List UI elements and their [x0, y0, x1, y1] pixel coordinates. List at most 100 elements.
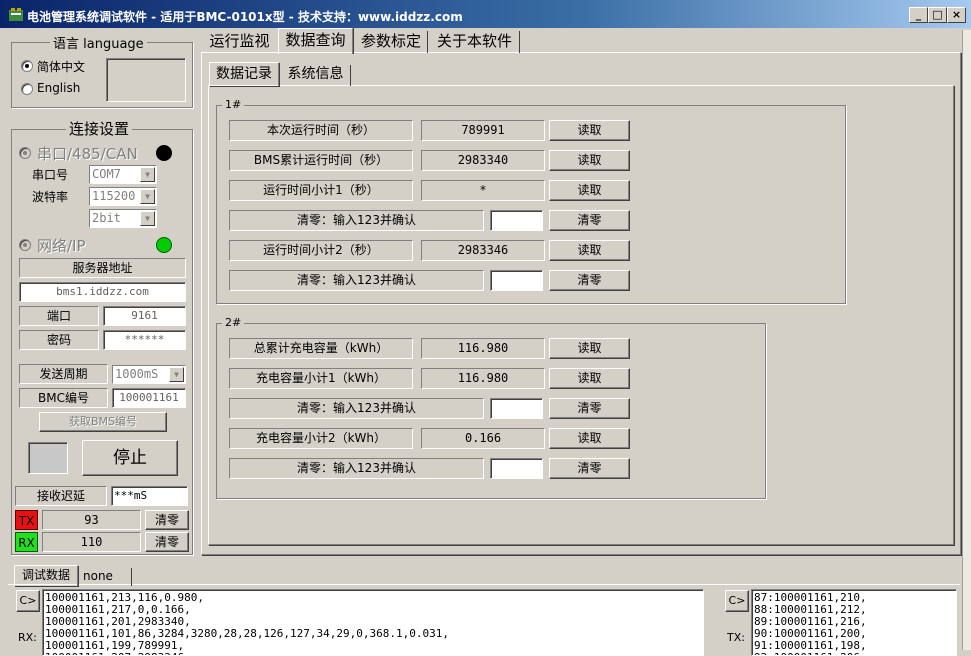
clear-confirm-input[interactable]: [490, 398, 543, 419]
right-edge-panel: [962, 30, 971, 650]
tx-indicator: TX: [15, 510, 38, 530]
tx-log-label: TX:: [727, 631, 745, 644]
chevron-down-icon[interactable]: ▼: [140, 167, 155, 182]
status-indicator-box: [28, 442, 68, 474]
record-label: BMS累计运行时间（秒）: [229, 150, 413, 171]
tab-about[interactable]: 关于本软件: [430, 31, 520, 53]
password-label: 密码: [19, 330, 99, 350]
rx-log-label: RX:: [18, 631, 37, 644]
rx-clear-log-button[interactable]: C>: [16, 590, 40, 612]
record-value: *: [421, 180, 545, 201]
language-group-title: 语言 language: [50, 33, 147, 52]
record-label: 充电容量小计1（kWh）: [229, 368, 413, 389]
port-select-value: COM7: [92, 167, 121, 181]
rx-count: 110: [42, 532, 141, 552]
record-label: 运行时间小计1（秒）: [229, 180, 413, 201]
group-1-title: 1#: [222, 98, 245, 111]
read-button[interactable]: 读取: [549, 180, 630, 201]
clear-button[interactable]: 清零: [549, 398, 630, 419]
read-button[interactable]: 读取: [549, 240, 630, 261]
record-label: 充电容量小计2（kWh）: [229, 428, 413, 449]
radio-chinese-label[interactable]: 简体中文: [37, 58, 85, 75]
bmc-number-input[interactable]: 100001161: [112, 388, 186, 408]
rx-log-line: 100001161,207,2983346,: [45, 652, 703, 656]
tab-run-monitor[interactable]: 运行监视: [203, 31, 276, 53]
password-input[interactable]: ******: [103, 330, 186, 350]
clear-confirm-input[interactable]: [490, 270, 543, 291]
radio-chinese[interactable]: [21, 60, 33, 72]
get-bms-number-button[interactable]: 获取BMS编号: [39, 412, 167, 432]
chevron-down-icon[interactable]: ▼: [140, 189, 155, 204]
server-address-label: 服务器地址: [19, 258, 186, 278]
tab-system-info[interactable]: 系统信息: [281, 65, 351, 86]
read-button[interactable]: 读取: [549, 120, 630, 141]
record-value: 116.980: [421, 368, 545, 389]
window-title: 电池管理系统调试软件 - 适用于BMC-0101x型 - 技术支持：www.id…: [27, 10, 463, 24]
chevron-down-icon[interactable]: ▼: [140, 211, 155, 226]
bmc-number-label: BMC编号: [19, 388, 108, 408]
chevron-down-icon[interactable]: ▼: [169, 367, 184, 382]
radio-network-label[interactable]: 网络/IP: [37, 235, 86, 256]
clear-confirm-input[interactable]: [490, 210, 543, 231]
clear-confirm-input[interactable]: [490, 458, 543, 479]
network-status-led: [156, 237, 172, 253]
group-2-title: 2#: [222, 316, 245, 329]
record-label: 总累计充电容量（kWh）: [229, 338, 413, 359]
port2-input[interactable]: 9161: [103, 306, 186, 326]
close-button[interactable]: ×: [947, 7, 966, 23]
record-label: 运行时间小计2（秒）: [229, 240, 413, 261]
tab-param-calibration[interactable]: 参数标定: [355, 31, 428, 53]
rx-log[interactable]: 100001161,213,116,0.980, 100001161,217,0,…: [42, 589, 704, 656]
radio-english[interactable]: [21, 83, 33, 95]
flag-image-box: [106, 58, 186, 102]
radio-serial[interactable]: [19, 147, 31, 159]
radio-network[interactable]: [19, 239, 31, 251]
rx-clear-button[interactable]: 清零: [145, 532, 189, 552]
clear-button[interactable]: 清零: [549, 210, 630, 231]
send-period-select[interactable]: 1000mS ▼: [112, 365, 186, 384]
tx-clear-log-button[interactable]: C>: [725, 590, 749, 612]
server-address-input[interactable]: bms1.iddzz.com: [19, 282, 186, 302]
tx-count: 93: [42, 510, 141, 530]
clear-button[interactable]: 清零: [549, 458, 630, 479]
record-label: 本次运行时间（秒）: [229, 120, 413, 141]
radio-serial-label[interactable]: 串口/485/CAN: [37, 143, 138, 164]
clear-instruction-label: 清零：输入123并确认: [229, 210, 484, 231]
rx-indicator: RX: [15, 532, 38, 552]
baud-select[interactable]: 115200 ▼: [89, 187, 157, 206]
minimize-button[interactable]: _: [909, 7, 928, 23]
tx-clear-button[interactable]: 清零: [145, 510, 189, 530]
bits-select[interactable]: 2bit ▼: [89, 209, 157, 228]
read-button[interactable]: 读取: [549, 428, 630, 449]
read-button[interactable]: 读取: [549, 368, 630, 389]
tx-log[interactable]: 87:100001161,210, 88:100001161,212, 89:100…: [751, 589, 957, 656]
receive-delay-value: ***mS: [111, 486, 188, 506]
stop-button[interactable]: 停止: [82, 440, 178, 476]
record-value: 2983346: [421, 240, 545, 261]
read-button[interactable]: 读取: [549, 150, 630, 171]
radio-english-label[interactable]: English: [37, 81, 80, 95]
port2-label: 端口: [19, 306, 99, 326]
tab-debug-data[interactable]: 调试数据: [14, 565, 78, 586]
serial-status-led: [156, 145, 172, 161]
bits-select-value: 2bit: [92, 211, 121, 225]
clear-button[interactable]: 清零: [549, 270, 630, 291]
port-select[interactable]: COM7 ▼: [89, 165, 157, 184]
record-value: 116.980: [421, 338, 545, 359]
clear-instruction-label: 清零：输入123并确认: [229, 270, 484, 291]
connection-group-title: 连接设置: [66, 118, 133, 139]
title-bar[interactable]: 电池管理系统调试软件 - 适用于BMC-0101x型 - 技术支持：www.id…: [0, 0, 971, 28]
read-button[interactable]: 读取: [549, 338, 630, 359]
tab-data-record[interactable]: 数据记录: [209, 62, 279, 86]
tx-log-line: 92:100001161,206,: [754, 652, 956, 656]
baud-select-value: 115200: [92, 189, 136, 203]
maximize-button[interactable]: □: [928, 7, 947, 23]
port-label: 串口号: [32, 168, 69, 182]
app-icon: [8, 7, 24, 23]
tab-none[interactable]: none: [80, 568, 132, 586]
tab-data-query[interactable]: 数据查询: [278, 28, 353, 54]
record-value: 2983340: [421, 150, 545, 171]
receive-delay-label: 接收迟延: [15, 486, 107, 506]
record-value: 789991: [421, 120, 545, 141]
clear-instruction-label: 清零：输入123并确认: [229, 398, 484, 419]
